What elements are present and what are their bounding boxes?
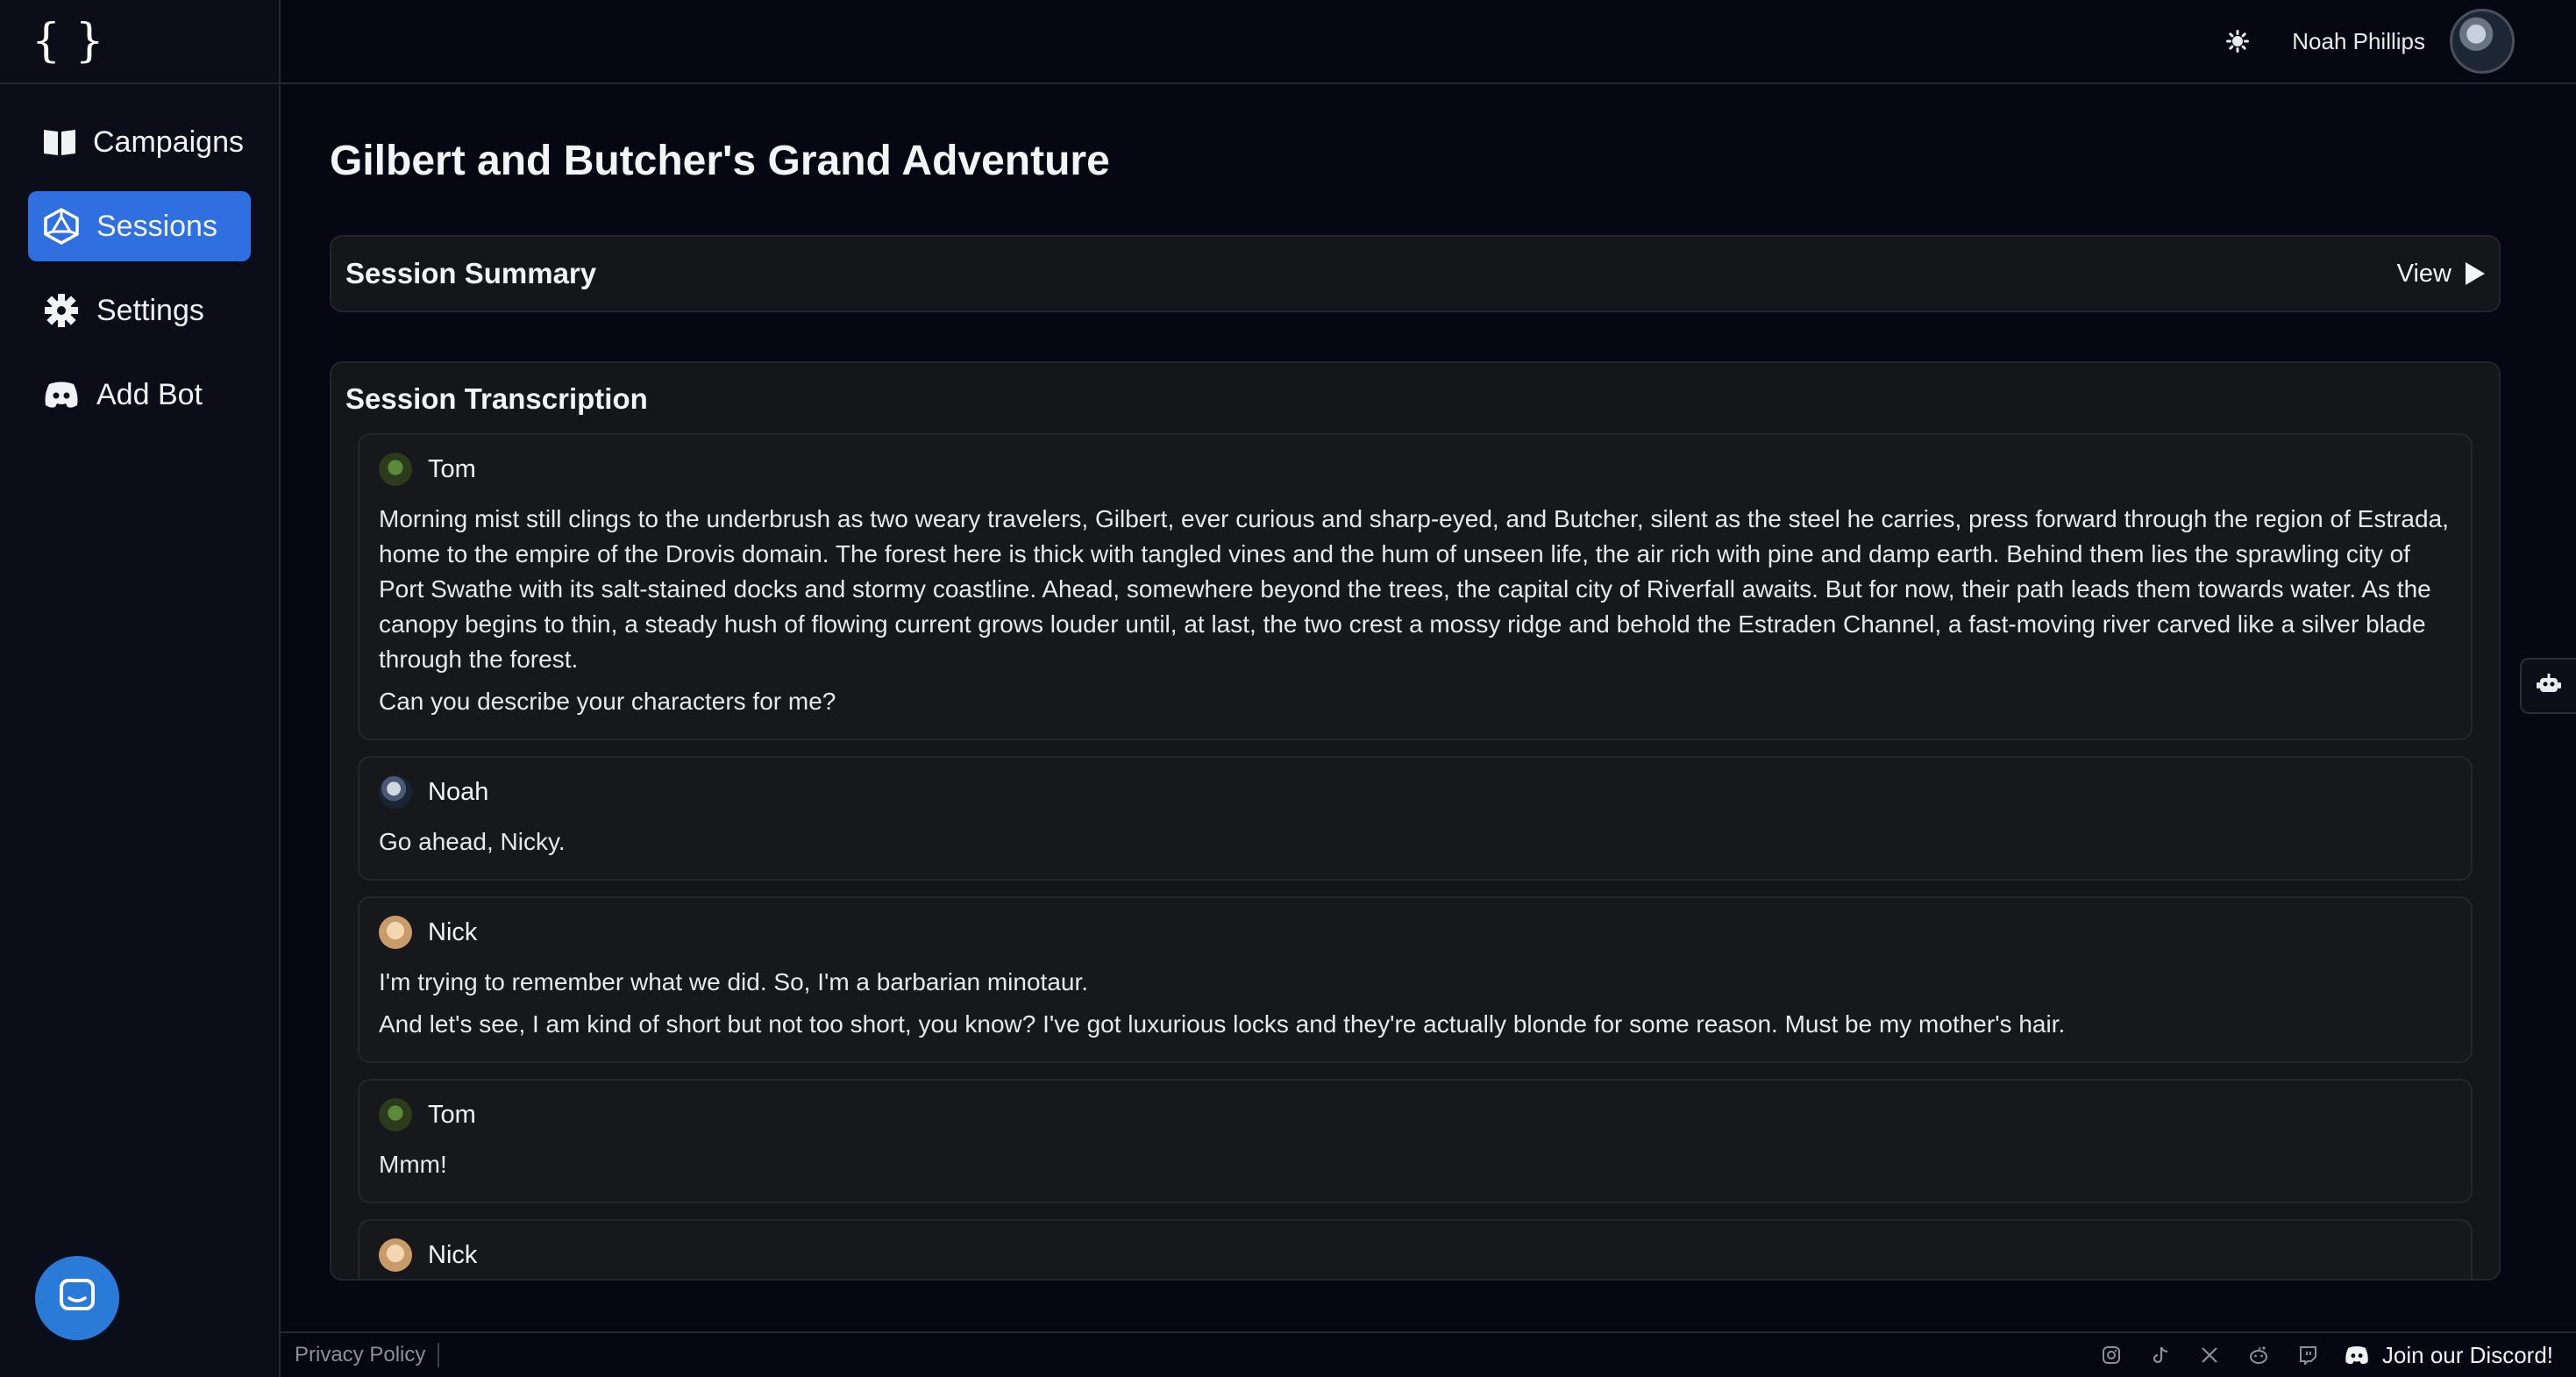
speaker-name: Noah <box>428 777 489 806</box>
user-avatar[interactable] <box>2450 9 2515 74</box>
view-summary-button[interactable]: View <box>2397 260 2485 289</box>
sidebar-item-campaigns[interactable]: Campaigns <box>28 107 251 177</box>
app-logo[interactable]: { } <box>0 0 279 84</box>
transcript-message: Nick <box>358 1219 2473 1279</box>
speaker-name: Tom <box>428 1100 476 1129</box>
discord-icon <box>2344 1342 2370 1368</box>
reddit-icon[interactable] <box>2245 1342 2272 1368</box>
message-line: Go ahead, Nicky. <box>379 828 566 855</box>
discord-label: Join our Discord! <box>2381 1341 2553 1368</box>
speaker-name: Tom <box>428 454 476 483</box>
speaker-avatar <box>379 916 412 949</box>
transcript-message: Tom Morning mist still clings to the und… <box>358 433 2473 740</box>
x-icon[interactable] <box>2196 1342 2223 1368</box>
message-line: Can you describe your characters for me? <box>379 688 836 715</box>
bot-panel-toggle[interactable] <box>2520 658 2576 714</box>
gear-icon <box>42 291 81 330</box>
top-bar: Noah Phillips <box>281 0 2576 84</box>
transcript-message: Nick I'm trying to remember what we did.… <box>358 896 2473 1063</box>
sidebar: { } Campaigns Sessions Settings Add Bot <box>0 0 281 1377</box>
speaker-avatar <box>379 775 412 809</box>
speaker-avatar <box>379 1238 412 1272</box>
chat-icon <box>58 1277 96 1320</box>
sidebar-item-settings[interactable]: Settings <box>28 275 251 346</box>
sidebar-nav: Campaigns Sessions Settings Add Bot <box>0 84 279 430</box>
d20-icon <box>42 207 81 246</box>
book-icon <box>42 123 77 161</box>
message-line: And let's see, I am kind of short but no… <box>379 1010 2066 1038</box>
transcript-message: Tom Mmm! <box>358 1079 2473 1203</box>
instagram-icon[interactable] <box>2098 1342 2124 1368</box>
session-transcription-card: Session Transcription Tom Morning mist s… <box>330 361 2501 1281</box>
transcription-list[interactable]: Tom Morning mist still clings to the und… <box>358 433 2473 1279</box>
sidebar-item-add-bot[interactable]: Add Bot <box>28 360 251 430</box>
play-arrow-icon <box>2466 262 2485 285</box>
robot-icon <box>2536 673 2562 700</box>
message-line: I'm trying to remember what we did. So, … <box>379 968 1089 995</box>
speaker-name: Nick <box>428 917 478 946</box>
speaker-avatar <box>379 453 412 486</box>
privacy-policy-link[interactable]: Privacy Policy <box>295 1343 440 1367</box>
message-line: Morning mist still clings to the underbr… <box>379 505 2449 673</box>
logo-text: { } <box>32 15 104 68</box>
join-discord-link[interactable]: Join our Discord! <box>2344 1342 2553 1369</box>
session-summary-title: Session Summary <box>345 257 597 289</box>
sidebar-item-label: Sessions <box>96 209 217 243</box>
speaker-avatar <box>379 1098 412 1131</box>
tiktok-icon[interactable] <box>2147 1342 2174 1368</box>
footer: Privacy Policy Join our Discord! <box>281 1331 2576 1377</box>
speaker-name: Nick <box>428 1240 478 1269</box>
theme-toggle-icon[interactable] <box>2220 24 2255 59</box>
main-content: Gilbert and Butcher's Grand Adventure Se… <box>281 84 2576 1331</box>
user-name[interactable]: Noah Phillips <box>2292 28 2425 55</box>
sidebar-item-label: Campaigns <box>93 125 244 159</box>
discord-icon <box>42 375 81 414</box>
page-title: Gilbert and Butcher's Grand Adventure <box>330 138 1110 184</box>
sidebar-item-label: Settings <box>96 293 204 327</box>
twitch-icon[interactable] <box>2295 1342 2321 1368</box>
message-line: Mmm! <box>379 1151 447 1178</box>
view-label: View <box>2396 259 2451 288</box>
session-transcription-title: Session Transcription <box>345 382 648 415</box>
support-chat-button[interactable] <box>35 1256 119 1340</box>
session-summary-card[interactable]: Session Summary View <box>330 235 2501 312</box>
transcript-message: Noah Go ahead, Nicky. <box>358 756 2473 881</box>
sidebar-item-label: Add Bot <box>96 377 203 411</box>
sidebar-item-sessions[interactable]: Sessions <box>28 191 251 261</box>
